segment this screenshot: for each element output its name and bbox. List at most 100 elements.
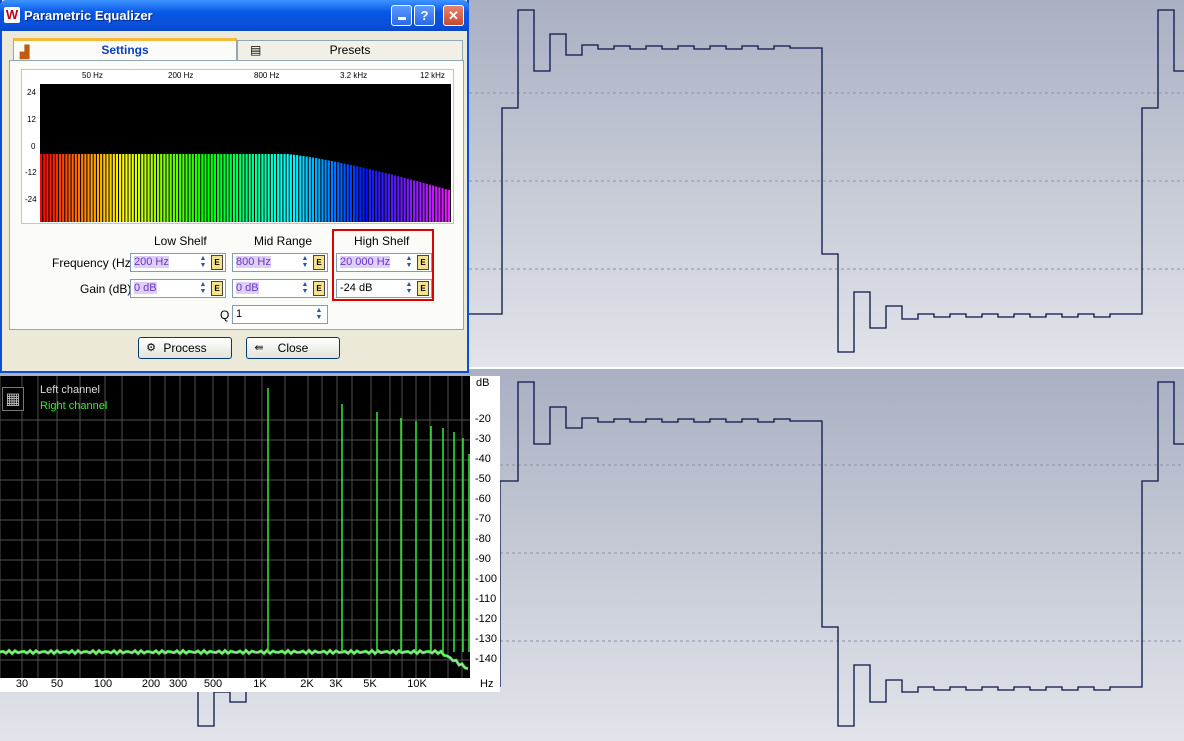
eq-bar [52,154,55,222]
db-tick-label: -50 [475,473,491,485]
process-button[interactable]: ⚙ Process [138,337,232,359]
memory-icon[interactable]: E [313,281,325,296]
eq-bar [40,154,43,222]
eq-bar [150,154,153,222]
eq-bar [280,154,283,222]
eq-bar [267,154,270,222]
eq-bar [217,154,220,222]
eq-bar [254,154,258,222]
eq-bar [169,154,172,222]
spinner-icon[interactable]: ▲ ▼ [313,307,325,322]
eq-bar [156,154,160,222]
eq-bar [286,154,289,222]
memory-icon[interactable]: E [313,255,325,270]
db-tick-label: -40 [475,453,491,465]
db-axis: dB -20 -30 -40 -50 -60 -70 -80 -90 -100 -110 -120 -… [470,376,500,678]
eq-bar [368,169,371,222]
eq-bar [74,154,77,222]
eq-bar [106,154,109,222]
gain-label-minus12: -12 [25,168,37,177]
gain-label: Gain (dB) [80,282,132,296]
eq-bar [406,178,409,222]
eq-bar [343,163,346,222]
eq-bar [258,154,261,222]
title-bar[interactable]: W Parametric Equalizer ? ✕ [0,0,469,31]
eq-bar [384,173,387,222]
eq-bar [365,168,368,222]
eq-bar [264,154,267,222]
mid-range-gain-input[interactable]: 0 dB ▲ ▼ E [232,279,328,298]
eq-bar [122,154,125,222]
eq-bar [188,154,191,222]
right-channel-legend: Right channel [40,400,108,412]
eq-bar [273,154,277,222]
eq-bar [144,154,147,222]
freq-tick-label: 2K [300,678,314,690]
eq-bar [349,164,352,222]
db-tick-label: -30 [475,433,491,445]
eq-bar [112,154,115,222]
eq-bar [220,154,223,222]
grid-icon[interactable]: ▦ [2,387,24,411]
eq-bar [283,154,286,222]
eq-bar [223,154,226,222]
q-input[interactable]: 1 ▲ ▼ [232,305,328,324]
spinner-icon[interactable]: ▲ ▼ [197,255,209,270]
eq-bar [289,154,292,222]
db-tick-label: -60 [475,493,491,505]
close-icon: ✕ [448,8,459,23]
mid-range-frequency-input[interactable]: 800 Hz ▲ ▼ E [232,253,328,272]
eq-bar [62,154,65,222]
freq-label-3k2: 3.2 kHz [340,71,368,80]
minimize-icon [397,17,406,20]
spinner-icon[interactable]: ▲ ▼ [197,281,209,296]
minimize-button[interactable] [391,5,412,26]
spinner-icon[interactable]: ▲ ▼ [299,281,311,296]
memory-icon[interactable]: E [211,281,223,296]
mid-range-header: Mid Range [254,234,313,248]
eq-bar [213,154,217,222]
db-unit-label: dB [476,377,490,389]
db-tick-label: -80 [475,533,491,545]
tab-presets[interactable]: ▤ Presets [237,40,463,60]
db-tick-label: -120 [475,613,498,625]
eq-response-bars [40,84,451,222]
eq-bar [371,170,375,222]
low-shelf-gain-input[interactable]: 0 dB ▲ ▼ E [130,279,226,298]
eq-bar [160,154,163,222]
exit-icon: ⇚ [254,342,264,354]
spinner-icon[interactable]: ▲ ▼ [299,255,311,270]
eq-bar [163,154,166,222]
eq-bar [119,154,122,222]
high-shelf-highlight [332,229,434,301]
freq-label-800: 800 Hz [254,71,280,80]
gain-label-minus24: -24 [25,195,37,204]
close-button[interactable]: ⇚ Close [246,337,340,359]
low-shelf-frequency-input[interactable]: 200 Hz ▲ ▼ E [130,253,226,272]
eq-bar [109,154,112,222]
eq-bar [153,154,156,222]
eq-bar [43,154,46,222]
eq-bar [324,159,327,222]
eq-bar [356,166,359,222]
freq-tick-label: 10K [407,678,427,690]
close-window-button[interactable]: ✕ [443,5,464,26]
freq-tick-label: 3K [329,678,343,690]
eq-bar [185,154,188,222]
freq-tick-label: 5K [363,678,377,690]
eq-bar [321,159,324,222]
eq-bar [334,161,337,222]
help-button[interactable]: ? [414,5,435,26]
tab-settings[interactable]: ▟ Settings [13,38,237,61]
memory-icon[interactable]: E [211,255,223,270]
eq-bar [204,154,207,222]
freq-tick-label: 500 [203,678,223,690]
eq-bar [447,190,450,222]
eq-bar [71,154,74,222]
eq-bar [435,186,438,222]
db-tick-label: -130 [475,633,498,645]
frequency-label: Frequency (Hz) [52,256,135,270]
spectrum-analyzer [0,376,500,691]
eq-bar [182,154,185,222]
eq-bar [90,154,93,222]
